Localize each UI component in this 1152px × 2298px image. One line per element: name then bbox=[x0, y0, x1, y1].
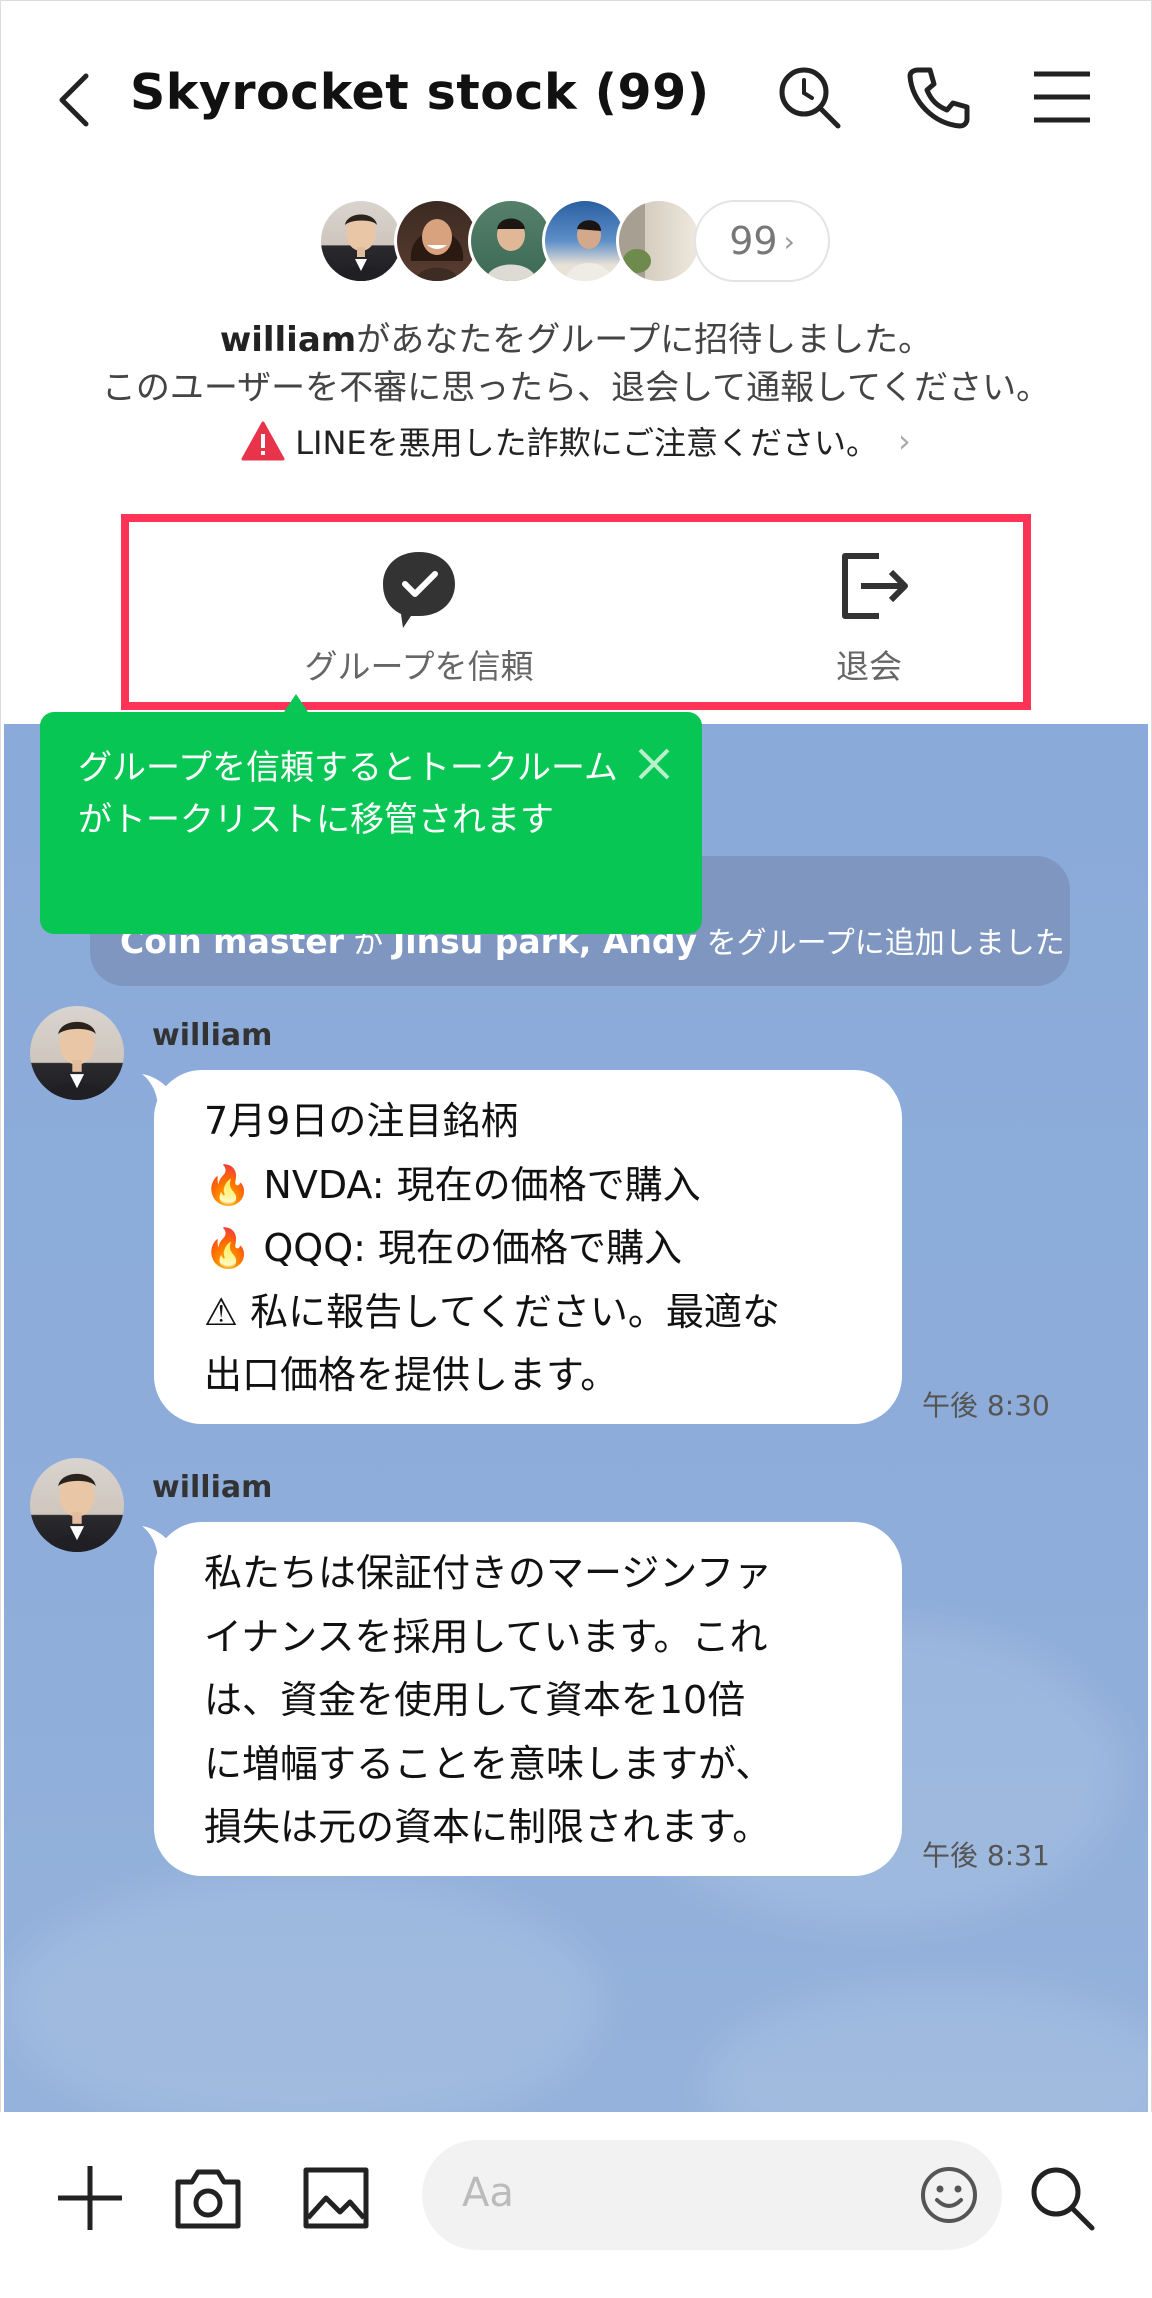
message-line: イナンスを採用しています。これ bbox=[204, 1614, 768, 1659]
menu-icon[interactable] bbox=[1028, 62, 1098, 132]
system-suffix: をグループに追加しました bbox=[706, 926, 1065, 961]
search-icon[interactable] bbox=[1024, 2160, 1100, 2236]
message-line: 損失は元の資本に制限されます。 bbox=[204, 1805, 771, 1849]
message-bubble[interactable]: 私たちは保証付きのマージンファ イナンスを採用しています。これ は、資金を使用し… bbox=[154, 1522, 902, 1876]
member-avatar bbox=[318, 198, 404, 284]
trust-tooltip: グループを信頼するとトークルームがトークリストに移管されます bbox=[40, 694, 702, 934]
fraud-warning-link[interactable]: LINEを悪用した詐欺にご注意ください。 › bbox=[0, 418, 1152, 464]
member-count-button[interactable]: 99 › bbox=[694, 200, 830, 282]
sender-name: william bbox=[152, 1470, 273, 1505]
trust-check-icon bbox=[383, 552, 455, 628]
chat-header: Skyrocket stock (99) bbox=[0, 0, 1152, 190]
inviter-name: william bbox=[219, 320, 357, 360]
trust-group-label: グループを信頼 bbox=[304, 647, 534, 686]
camera-icon[interactable] bbox=[170, 2160, 246, 2236]
input-placeholder: Aa bbox=[462, 2170, 514, 2216]
back-arrow-icon[interactable] bbox=[52, 70, 102, 130]
group-action-box: グループを信頼 退会 bbox=[121, 514, 1031, 710]
invite-text: があなたをグループに招待しました。 bbox=[356, 320, 933, 360]
chevron-right-icon: › bbox=[783, 224, 795, 258]
tooltip-pointer bbox=[284, 694, 308, 712]
message-input-bar: Aa bbox=[0, 2112, 1152, 2298]
message-time: 午後 8:30 bbox=[922, 1389, 1050, 1422]
fraud-warning-text: LINEを悪用した詐欺にご注意ください。 bbox=[295, 424, 878, 462]
invite-notice: williamがあなたをグループに招待しました。 bbox=[0, 312, 1152, 361]
message-line: に増幅することを意味しますが、 bbox=[204, 1741, 774, 1786]
warning-icon bbox=[241, 421, 285, 461]
tooltip-text: グループを信頼するとトークルームがトークリストに移管されます bbox=[78, 748, 618, 840]
exit-icon bbox=[842, 553, 908, 619]
message-line: 🔥 NVDA: 現在の価格で購入 bbox=[204, 1162, 701, 1207]
sender-avatar[interactable] bbox=[30, 1458, 124, 1552]
sender-name: william bbox=[152, 1018, 273, 1053]
plus-icon[interactable] bbox=[52, 2160, 128, 2236]
search-icon[interactable] bbox=[774, 62, 844, 132]
phone-icon[interactable] bbox=[904, 62, 974, 132]
message-line: 🔥 QQQ: 現在の価格で購入 bbox=[204, 1226, 683, 1270]
chevron-right-icon: › bbox=[898, 422, 911, 460]
image-icon[interactable] bbox=[298, 2160, 374, 2236]
chat-title[interactable]: Skyrocket stock (99) bbox=[130, 64, 710, 121]
message-line: 7月9日の注目銘柄 bbox=[204, 1099, 519, 1143]
member-avatar bbox=[616, 198, 702, 284]
leave-group-label: 退会 bbox=[836, 647, 902, 686]
message-time: 午後 8:31 bbox=[922, 1839, 1050, 1872]
message-input[interactable]: Aa bbox=[422, 2140, 1002, 2250]
sender-avatar[interactable] bbox=[30, 1006, 124, 1100]
close-icon[interactable] bbox=[636, 746, 672, 782]
message-bubble[interactable]: 7月9日の注目銘柄 🔥 NVDA: 現在の価格で購入 🔥 QQQ: 現在の価格で… bbox=[154, 1070, 902, 1424]
message-line: 出口価格を提供します。 bbox=[204, 1353, 619, 1397]
report-warning: このユーザーを不審に思ったら、退会して通報してください。 bbox=[101, 368, 1051, 408]
message-line: ⚠ 私に報告してください。最適な bbox=[204, 1289, 780, 1334]
message-line: 私たちは保証付きのマージンファ bbox=[204, 1551, 773, 1595]
message-line: は、資金を使用して資本を10倍 bbox=[204, 1678, 746, 1722]
emoji-icon[interactable] bbox=[918, 2164, 980, 2226]
member-count: 99 bbox=[729, 219, 778, 263]
